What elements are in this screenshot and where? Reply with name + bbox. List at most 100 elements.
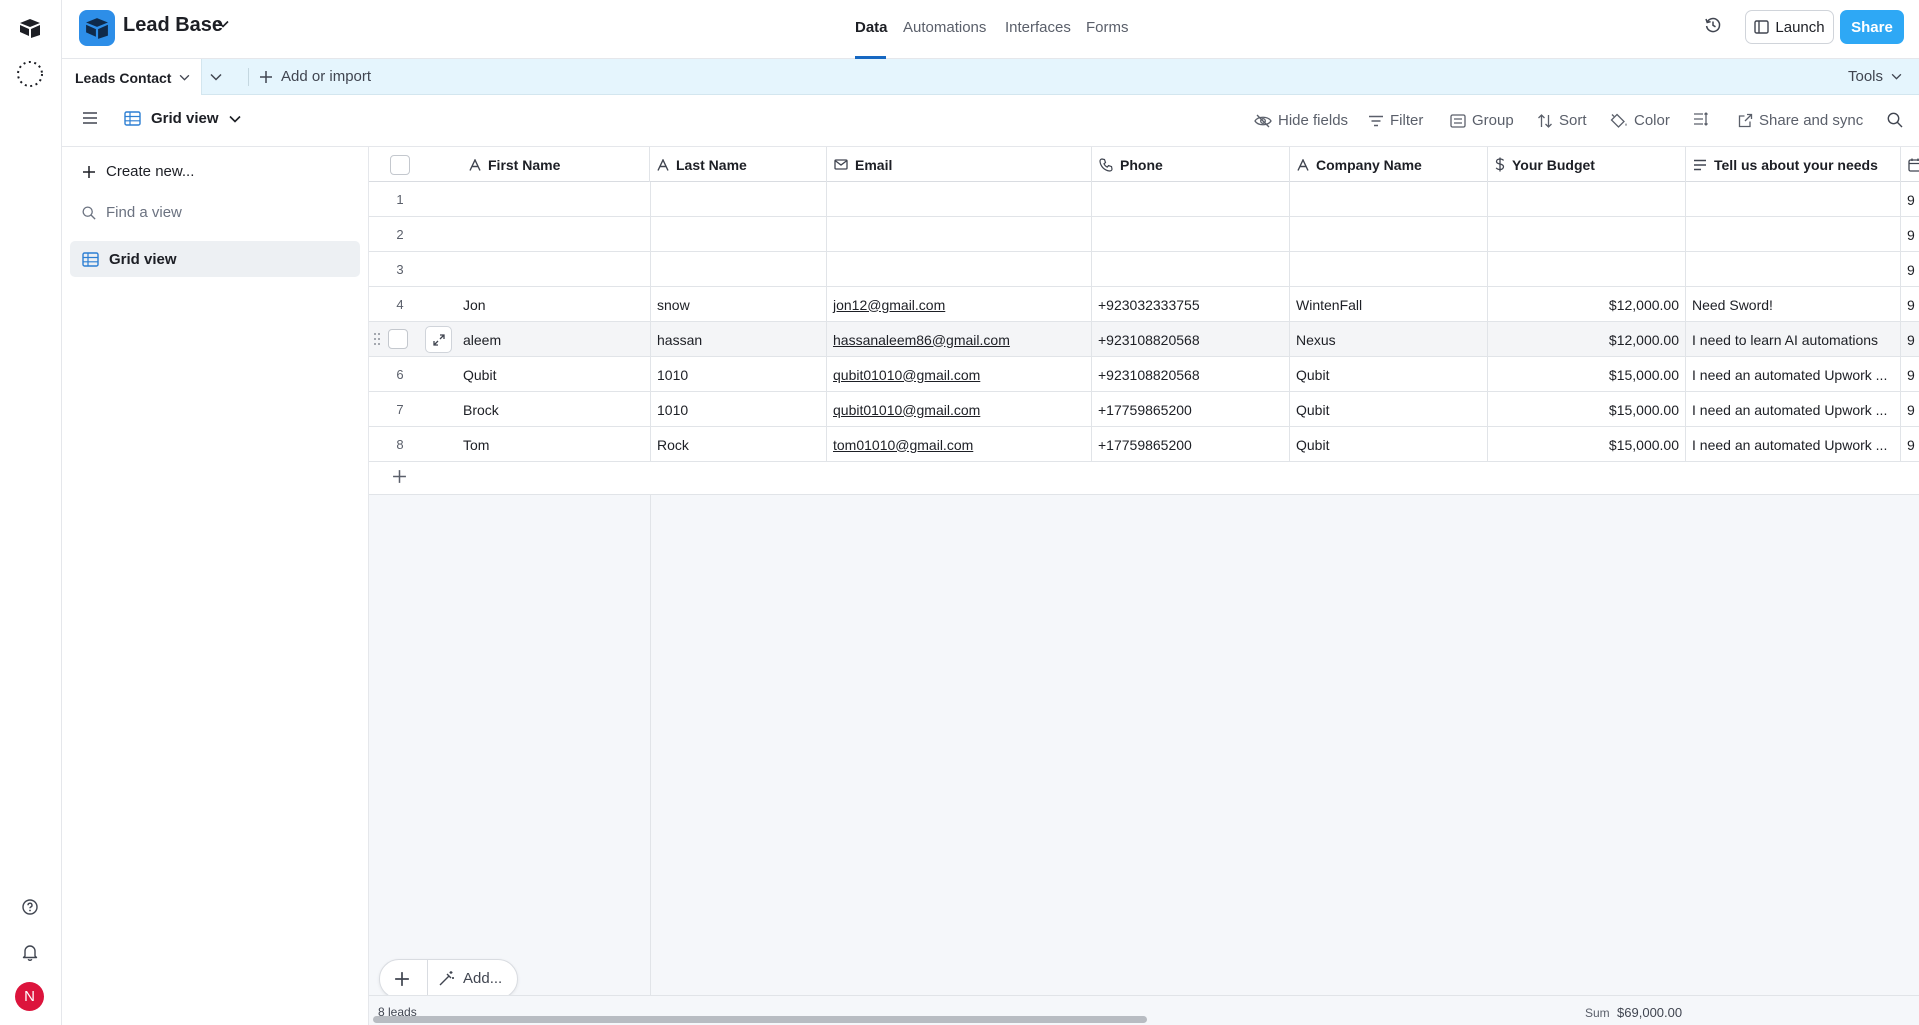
group-button[interactable]: Group <box>1450 112 1514 129</box>
search-icon[interactable] <box>1887 112 1903 128</box>
sort-button[interactable]: Sort <box>1537 112 1587 129</box>
view-switcher[interactable]: Grid view <box>124 110 241 127</box>
tools-button[interactable]: Tools <box>1848 68 1902 85</box>
cell-email[interactable] <box>827 252 1092 287</box>
find-view-search[interactable]: Find a view <box>82 204 182 221</box>
cell-phone[interactable]: +17759865200 <box>1092 427 1290 462</box>
column-header-date[interactable] <box>1901 147 1919 182</box>
cell-last-name[interactable]: Rock <box>650 427 827 462</box>
column-header-last-name[interactable]: Last Name <box>650 147 827 182</box>
plus-icon[interactable] <box>392 469 407 484</box>
table-row[interactable]: 8 Tom Rock tom01010@gmail.com +177598652… <box>369 427 1919 462</box>
table-row[interactable]: 4 Jon snow jon12@gmail.com +923032333755… <box>369 287 1919 322</box>
row-height-icon[interactable] <box>1693 112 1709 126</box>
select-all-checkbox-cell[interactable] <box>369 147 431 182</box>
cell-company[interactable] <box>1290 182 1488 217</box>
select-all-checkbox[interactable] <box>390 154 410 175</box>
cell-needs[interactable]: I need to learn AI automations <box>1686 322 1901 357</box>
column-header-email[interactable]: Email <box>827 147 1092 182</box>
cell-budget[interactable]: $15,000.00 <box>1488 427 1686 462</box>
cell-extra[interactable]: 9 <box>1901 427 1919 462</box>
help-icon[interactable] <box>14 891 46 923</box>
budget-sum-summary[interactable]: Sum $69,000.00 <box>1585 1005 1682 1020</box>
cell-last-name[interactable] <box>650 217 827 252</box>
chevron-down-icon[interactable] <box>217 20 229 28</box>
cell-first-name[interactable]: aleem <box>457 322 650 357</box>
cell-needs[interactable] <box>1686 217 1901 252</box>
drag-handle-icon[interactable] <box>373 332 381 346</box>
omni-icon[interactable] <box>14 58 46 90</box>
cell-company[interactable]: WintenFall <box>1290 287 1488 322</box>
cell-phone[interactable] <box>1092 252 1290 287</box>
history-icon[interactable] <box>1704 16 1722 34</box>
cell-phone[interactable] <box>1092 182 1290 217</box>
table-row[interactable]: 6 Qubit 1010 qubit01010@gmail.com +92310… <box>369 357 1919 392</box>
cell-phone[interactable] <box>1092 217 1290 252</box>
share-button[interactable]: Share <box>1840 10 1904 44</box>
cell-first-name[interactable]: Brock <box>457 392 650 427</box>
column-header-phone[interactable]: Phone <box>1092 147 1290 182</box>
table-row[interactable]: 1 9 <box>369 182 1919 217</box>
cell-last-name[interactable]: hassan <box>650 322 827 357</box>
cell-first-name[interactable] <box>457 217 650 252</box>
launch-button[interactable]: Launch <box>1745 10 1834 44</box>
add-with-ai-button[interactable]: Add... <box>438 970 502 987</box>
cell-company[interactable] <box>1290 252 1488 287</box>
cell-budget[interactable]: $15,000.00 <box>1488 392 1686 427</box>
cell-company[interactable]: Qubit <box>1290 392 1488 427</box>
cell-extra[interactable]: 9 <box>1901 357 1919 392</box>
cell-extra[interactable]: 9 <box>1901 287 1919 322</box>
cell-last-name[interactable] <box>650 182 827 217</box>
cell-email[interactable]: tom01010@gmail.com <box>827 427 1092 462</box>
cell-company[interactable] <box>1290 217 1488 252</box>
user-avatar[interactable]: N <box>15 982 44 1011</box>
add-record-plus-icon[interactable] <box>394 971 410 987</box>
cell-last-name[interactable]: 1010 <box>650 392 827 427</box>
cell-needs[interactable]: Need Sword! <box>1686 287 1901 322</box>
cell-extra[interactable]: 9 <box>1901 217 1919 252</box>
table-tab-leads-contact[interactable]: Leads Contact <box>62 59 202 96</box>
cell-last-name[interactable]: snow <box>650 287 827 322</box>
cell-first-name[interactable]: Tom <box>457 427 650 462</box>
cell-email[interactable]: jon12@gmail.com <box>827 287 1092 322</box>
tab-interfaces[interactable]: Interfaces <box>1005 19 1071 36</box>
cell-first-name[interactable] <box>457 182 650 217</box>
cell-email[interactable]: qubit01010@gmail.com <box>827 392 1092 427</box>
add-record-row[interactable] <box>369 462 1919 495</box>
all-tables-dropdown-icon[interactable] <box>210 69 222 85</box>
column-header-your-budget[interactable]: Your Budget <box>1488 147 1686 182</box>
cell-budget[interactable]: $12,000.00 <box>1488 322 1686 357</box>
cell-needs[interactable] <box>1686 182 1901 217</box>
cell-extra[interactable]: 9 <box>1901 182 1919 217</box>
cell-needs[interactable]: I need an automated Upwork ... <box>1686 357 1901 392</box>
cell-email[interactable] <box>827 217 1092 252</box>
cell-needs[interactable]: I need an automated Upwork ... <box>1686 392 1901 427</box>
cell-extra[interactable]: 9 <box>1901 392 1919 427</box>
tab-automations[interactable]: Automations <box>903 19 986 36</box>
filter-button[interactable]: Filter <box>1368 112 1423 129</box>
home-logo-icon[interactable] <box>14 12 46 44</box>
cell-company[interactable]: Qubit <box>1290 427 1488 462</box>
sidebar-view-grid[interactable]: Grid view <box>70 241 360 277</box>
row-select-checkbox[interactable] <box>388 329 408 349</box>
cell-budget[interactable]: $15,000.00 <box>1488 357 1686 392</box>
cell-first-name[interactable]: Qubit <box>457 357 650 392</box>
cell-budget[interactable]: $12,000.00 <box>1488 287 1686 322</box>
hamburger-menu-icon[interactable] <box>82 111 98 125</box>
notifications-bell-icon[interactable] <box>14 936 46 968</box>
color-button[interactable]: Color <box>1610 112 1670 129</box>
cell-company[interactable]: Qubit <box>1290 357 1488 392</box>
cell-first-name[interactable]: Jon <box>457 287 650 322</box>
cell-needs[interactable]: I need an automated Upwork ... <box>1686 427 1901 462</box>
share-and-sync-button[interactable]: Share and sync <box>1738 112 1863 129</box>
cell-extra[interactable]: 9 <box>1901 252 1919 287</box>
cell-last-name[interactable] <box>650 252 827 287</box>
table-row[interactable]: aleem hassan hassanaleem86@gmail.com +92… <box>369 322 1919 357</box>
expand-record-icon[interactable] <box>425 326 452 353</box>
cell-email[interactable]: hassanaleem86@gmail.com <box>827 322 1092 357</box>
table-row[interactable]: 2 9 <box>369 217 1919 252</box>
cell-last-name[interactable]: 1010 <box>650 357 827 392</box>
cell-phone[interactable]: +17759865200 <box>1092 392 1290 427</box>
cell-budget[interactable] <box>1488 182 1686 217</box>
cell-phone[interactable]: +923108820568 <box>1092 322 1290 357</box>
